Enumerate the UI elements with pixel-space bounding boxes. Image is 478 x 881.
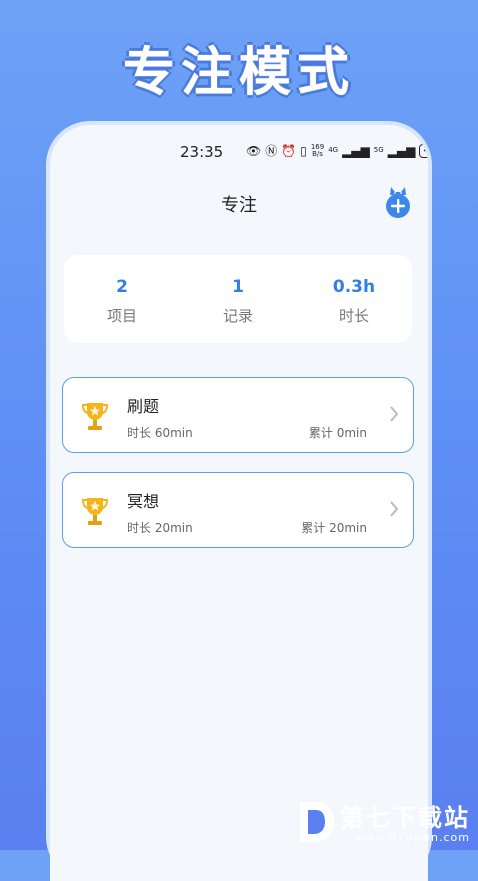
add-task-button[interactable] [384,185,412,219]
stat-records: 1 记录 [188,255,288,343]
page-title: 专注 [221,195,257,216]
add-cat-icon [386,187,410,218]
task-total: 累计 0min [308,426,367,440]
stat-value: 1 [232,277,244,297]
task-card-shuati[interactable]: 刷题 时长 60min 累计 0min [62,377,414,453]
trophy-icon [81,403,109,430]
watermark: 第七下载站 www.d7down.com [296,800,470,844]
eye-icon: 👁 [246,143,262,158]
stat-duration: 0.3h 时长 [304,255,404,343]
task-duration: 时长 60min [127,426,193,440]
status-time: 23:35 [180,143,224,161]
chevron-right-icon [390,406,399,422]
stat-projects: 2 项目 [72,255,172,343]
status-icons: 👁 Ⓝ ⏰ ▯ 169 B/s 4G ▂▄▆ 5G ▂▄▆ 42 [246,142,428,159]
signal-icon-2: ▂▄▆ [387,143,416,158]
status-bar: 23:35 👁 Ⓝ ⏰ ▯ 169 B/s 4G ▂▄▆ 5G ▂▄▆ 42 [50,139,428,163]
stat-label: 记录 [222,307,253,325]
vibrate-icon: ▯ [300,143,307,158]
signal-icon: ▂▄▆ [342,143,370,158]
nfc-icon: Ⓝ [265,144,278,158]
task-duration: 时长 20min [127,521,193,535]
task-card-mingxiang[interactable]: 冥想 时长 20min 累计 20min [62,472,414,548]
signal-4g-label: 4G [328,146,339,154]
task-name: 冥想 [127,492,160,511]
phone-frame: 23:35 👁 Ⓝ ⏰ ▯ 169 B/s 4G ▂▄▆ 5G ▂▄▆ 42 专… [46,121,432,881]
net-speed: 169 B/s [311,143,324,158]
stat-label: 时长 [338,307,369,325]
headline: 专注模式 [122,43,355,103]
alarm-icon: ⏰ [281,143,297,158]
task-total: 累计 20min [301,521,367,535]
watermark-title: 第七下载站 [340,804,470,832]
stat-label: 项目 [106,307,137,325]
stat-value: 2 [116,277,128,297]
net-speed-unit: B/s [312,149,323,158]
trophy-icon [81,498,109,525]
app-screen: 23:35 👁 Ⓝ ⏰ ▯ 169 B/s 4G ▂▄▆ 5G ▂▄▆ 42 专… [50,125,428,881]
battery-icon: 42 [419,143,428,158]
chevron-right-icon [390,501,399,517]
stats-panel: 2 项目 1 记录 0.3h 时长 [64,255,412,343]
task-name: 刷题 [127,397,160,416]
watermark-url: www.d7down.com [355,831,470,844]
stat-value: 0.3h [332,277,376,297]
signal-5g-label: 5G [373,146,384,154]
watermark-logo-icon [300,802,334,842]
